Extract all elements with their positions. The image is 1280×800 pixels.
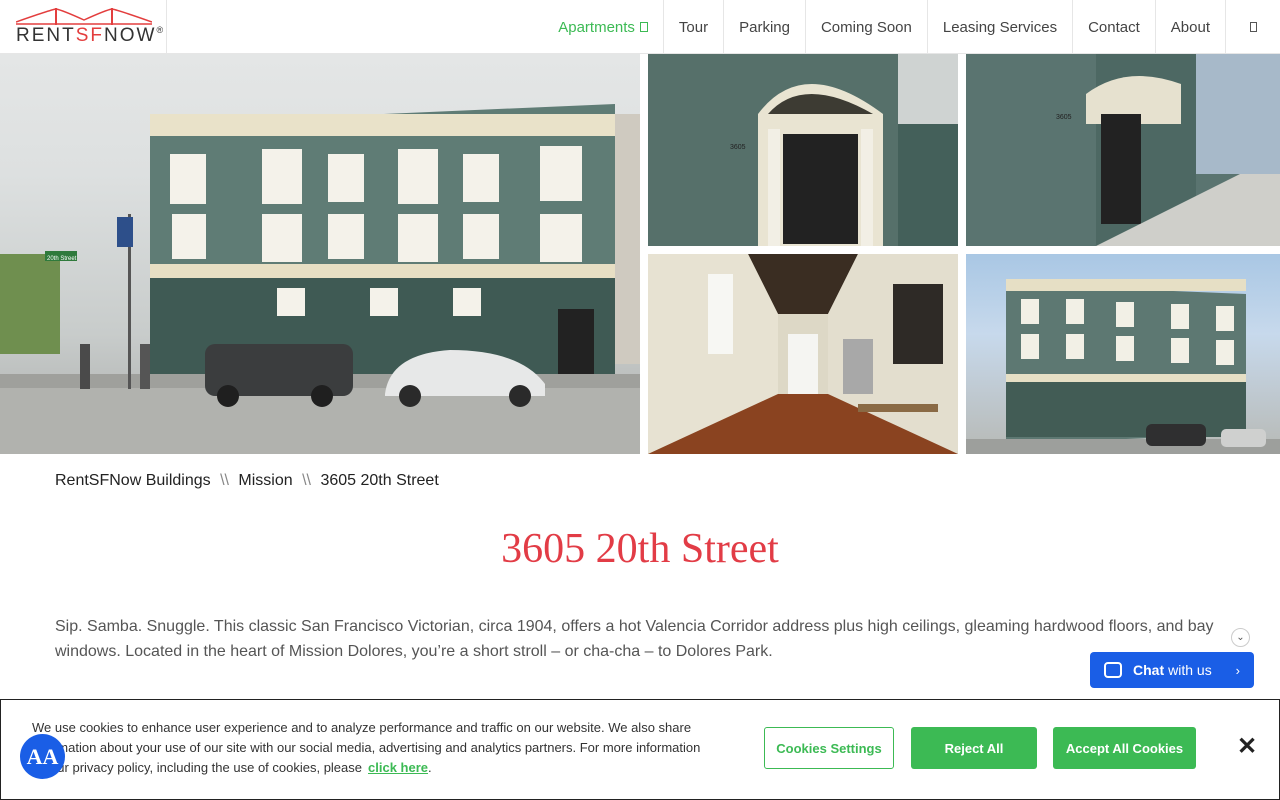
chat-button[interactable]: Chat with us › [1090,652,1254,688]
street-sign-text: 20th Street [47,256,77,262]
golden-gate-bridge-icon [16,8,152,25]
chat-label-bold: Chat [1133,662,1165,678]
accept-all-cookies-button[interactable]: Accept All Cookies [1053,727,1196,769]
nav-apartments[interactable]: Apartments [543,0,663,54]
accessibility-button[interactable]: AA [20,734,65,779]
building-exterior-photo[interactable]: 20th Street [0,54,640,454]
address-number-text: 3605 [730,144,746,151]
chat-minimize-button[interactable]: ⌄ [1231,628,1250,647]
breadcrumb-separator: \\ [302,472,311,489]
chevron-right-icon: › [1235,662,1240,678]
page-title: 3605 20th Street [501,526,779,572]
close-icon[interactable]: ✕ [1237,732,1257,761]
chevron-down-icon [639,22,648,32]
nav-leasing-services[interactable]: Leasing Services [926,0,1072,54]
breadcrumb-current: 3605 20th Street [320,472,439,489]
hallway-photo[interactable] [648,254,958,454]
nav-parking[interactable]: Parking [723,0,805,54]
reject-all-button[interactable]: Reject All [911,727,1037,769]
nav-about[interactable]: About [1154,0,1225,54]
main-nav: Apartments Tour Parking Coming Soon Leas… [543,0,1280,54]
corner-building-photo[interactable] [966,254,1280,454]
cookies-settings-button[interactable]: Cookies Settings [764,727,894,769]
nav-tour[interactable]: Tour [662,0,723,54]
privacy-policy-link[interactable]: click here [368,760,428,775]
street-view-photo[interactable]: 3605 [966,54,1280,246]
address-number-text-2: 3605 [1056,114,1072,121]
site-logo[interactable]: RENTSFNOW® [0,0,167,54]
search-button[interactable] [1225,0,1280,54]
entrance-photo[interactable]: 3605 [648,54,958,246]
search-icon [1249,22,1257,32]
photo-gallery: 20th Street 3605 3605 [0,54,1280,454]
breadcrumb: RentSFNow Buildings \\ Mission \\ 3605 2… [55,472,439,490]
breadcrumb-mission-link[interactable]: Mission [238,472,292,489]
nav-coming-soon[interactable]: Coming Soon [804,0,927,54]
chat-label: with us [1168,662,1212,678]
building-description: Sip. Samba. Snuggle. This classic San Fr… [55,618,1214,660]
breadcrumb-separator: \\ [220,472,229,489]
cookie-banner: We use cookies to enhance user experienc… [0,699,1280,800]
cookie-text: We use cookies to enhance user experienc… [32,720,701,775]
chat-bubble-icon [1104,662,1122,678]
logo-text: RENTSFNOW® [16,25,166,46]
breadcrumb-buildings-link[interactable]: RentSFNow Buildings [55,472,211,489]
site-header: RENTSFNOW® Apartments Tour Parking Comin… [0,0,1280,54]
nav-contact[interactable]: Contact [1072,0,1155,54]
